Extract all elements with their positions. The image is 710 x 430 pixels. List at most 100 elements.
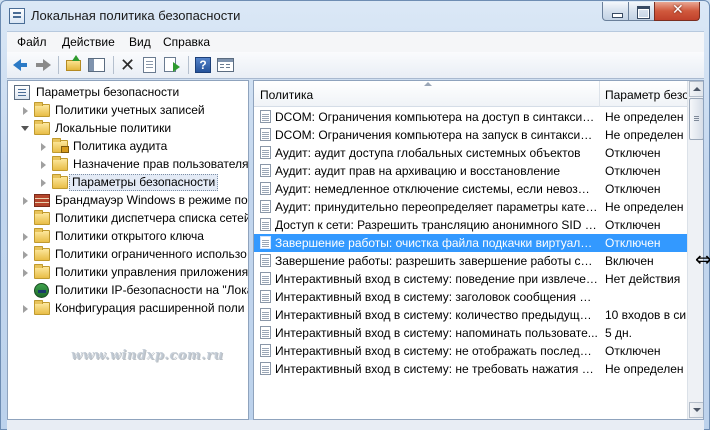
folder-icon: [34, 228, 50, 243]
tree-root[interactable]: Параметры безопасности: [12, 84, 248, 102]
maximize-button[interactable]: [628, 2, 655, 21]
tree-item-account-policies[interactable]: Политики учетных записей: [8, 102, 248, 120]
table-row[interactable]: DCOM: Ограничения компьютера на запуск в…: [254, 126, 687, 144]
policy-icon: [260, 182, 271, 195]
policy-name: Интерактивный вход в систему: поведение …: [275, 272, 598, 286]
title-bar[interactable]: Локальная политика безопасности ✕: [1, 1, 709, 31]
menu-file[interactable]: Файл: [17, 35, 47, 49]
toolbar-separator: [58, 56, 59, 74]
up-level-button[interactable]: [64, 55, 84, 74]
table-row[interactable]: Интерактивный вход в систему: не отображ…: [254, 342, 687, 360]
expand-arrow-icon[interactable]: [23, 197, 28, 205]
scroll-up-button[interactable]: [689, 81, 703, 97]
delete-icon: ✕: [120, 55, 136, 76]
menu-help[interactable]: Справка: [163, 35, 210, 49]
tree-label: Политики учетных записей: [55, 103, 205, 117]
properties-button[interactable]: [140, 56, 160, 74]
back-button[interactable]: [11, 56, 31, 74]
tree-item-network-list[interactable]: Политики диспетчера списка сетей: [8, 210, 248, 228]
tree-item-software-restriction[interactable]: Политики ограниченного использо: [8, 246, 248, 264]
toolbar-separator: [188, 56, 189, 74]
folder-icon: [34, 102, 50, 117]
status-bar: [7, 420, 704, 430]
tree-item-audit-policy[interactable]: Политика аудита: [8, 138, 248, 156]
policy-list[interactable]: Политика Параметр безо DCOM: Ограничения…: [253, 80, 704, 420]
scroll-thumb[interactable]: [689, 98, 703, 140]
forward-button[interactable]: [33, 56, 53, 74]
expand-arrow-icon[interactable]: [23, 269, 28, 277]
menu-action[interactable]: Действие: [62, 35, 115, 49]
table-row[interactable]: Аудит: аудит доступа глобальных системны…: [254, 144, 687, 162]
tree-item-user-rights[interactable]: Назначение прав пользователя: [8, 156, 248, 174]
delete-button[interactable]: ✕: [118, 55, 138, 76]
policy-name: Завершение работы: разрешить завершение …: [275, 254, 598, 268]
policy-icon: [260, 272, 271, 285]
table-row[interactable]: Доступ к сети: Разрешить трансляцию анон…: [254, 216, 687, 234]
table-row[interactable]: Аудит: немедленное отключение системы, е…: [254, 180, 687, 198]
policy-icon: [260, 308, 271, 321]
scroll-down-button[interactable]: [689, 402, 703, 418]
policy-setting: Отключен: [605, 236, 661, 250]
tree-item-firewall[interactable]: Брандмауэр Windows в режиме пов: [8, 192, 248, 210]
table-row[interactable]: Интерактивный вход в систему: поведение …: [254, 270, 687, 288]
tree-item-public-key[interactable]: Политики открытого ключа: [8, 228, 248, 246]
table-row[interactable]: Интерактивный вход в систему: напоминать…: [254, 324, 687, 342]
policy-setting: 10 входов в си: [605, 308, 687, 322]
folder-icon: [34, 120, 50, 135]
table-row[interactable]: Аудит: принудительно переопределяет пара…: [254, 198, 687, 216]
expand-arrow-icon[interactable]: [23, 251, 28, 259]
policy-setting: Отключен: [605, 146, 661, 160]
column-header-policy[interactable]: Политика: [260, 88, 313, 102]
table-row[interactable]: Завершение работы: очистка файла подкачк…: [254, 234, 687, 252]
close-button[interactable]: ✕: [654, 2, 700, 21]
collapse-arrow-icon[interactable]: [21, 126, 29, 131]
tree-label: Конфигурация расширенной поли: [55, 301, 245, 315]
tree-item-local-policies[interactable]: Локальные политики: [8, 120, 248, 138]
navigation-tree[interactable]: Параметры безопасности Политики учетных …: [7, 80, 249, 420]
minimize-button[interactable]: [602, 2, 629, 21]
window-title: Локальная политика безопасности: [31, 8, 241, 23]
policy-name: Аудит: аудит доступа глобальных системны…: [275, 146, 581, 160]
properties-panel-button[interactable]: [216, 56, 236, 74]
folder-icon: [34, 300, 50, 315]
tree-item-app-control[interactable]: Политики управления приложения: [8, 264, 248, 282]
tree-item-security-options[interactable]: Параметры безопасности: [8, 174, 248, 192]
ipsec-icon: [34, 283, 49, 298]
policy-icon: [260, 236, 271, 249]
table-row[interactable]: Завершение работы: разрешить завершение …: [254, 252, 687, 270]
expand-arrow-icon[interactable]: [41, 179, 46, 187]
tree-item-ipsec[interactable]: Политики IP-безопасности на "Лока: [8, 282, 248, 300]
policy-setting: Не определен: [605, 200, 684, 214]
policy-icon: [260, 200, 271, 213]
policy-icon: [260, 362, 271, 375]
column-divider[interactable]: [599, 81, 600, 107]
tree-label: Политика аудита: [73, 139, 168, 153]
policy-icon: [260, 290, 271, 303]
export-list-button[interactable]: [162, 56, 182, 74]
expand-arrow-icon[interactable]: [41, 161, 46, 169]
table-row[interactable]: Интерактивный вход в систему: количество…: [254, 306, 687, 324]
menu-view[interactable]: Вид: [129, 35, 151, 49]
expand-arrow-icon[interactable]: [41, 143, 46, 151]
help-button[interactable]: ?: [194, 56, 214, 74]
expand-arrow-icon[interactable]: [23, 107, 28, 115]
table-row[interactable]: Аудит: аудит прав на архивацию и восстан…: [254, 162, 687, 180]
tree-label: Брандмауэр Windows в режиме пов: [55, 193, 249, 207]
table-row[interactable]: DCOM: Ограничения компьютера на доступ в…: [254, 108, 687, 126]
expand-arrow-icon[interactable]: [23, 233, 28, 241]
table-row[interactable]: Интерактивный вход в систему: не требова…: [254, 360, 687, 378]
show-tree-button[interactable]: [87, 56, 107, 74]
policy-setting: Включен: [605, 254, 654, 268]
policy-name: Интерактивный вход в систему: заголовок …: [275, 290, 598, 304]
expand-arrow-icon[interactable]: [23, 305, 28, 313]
close-icon: ✕: [672, 2, 684, 18]
tree-item-advanced-audit[interactable]: Конфигурация расширенной поли: [8, 300, 248, 318]
column-header-setting[interactable]: Параметр безо: [605, 88, 689, 102]
policy-icon: [260, 146, 271, 159]
tree-label: Политики ограниченного использо: [55, 247, 247, 261]
table-row[interactable]: Интерактивный вход в систему: заголовок …: [254, 288, 687, 306]
policy-name: Аудит: принудительно переопределяет пара…: [275, 200, 598, 214]
folder-icon: [34, 246, 50, 261]
policy-icon: [260, 254, 271, 267]
tree-label: Параметры безопасности: [69, 174, 219, 191]
